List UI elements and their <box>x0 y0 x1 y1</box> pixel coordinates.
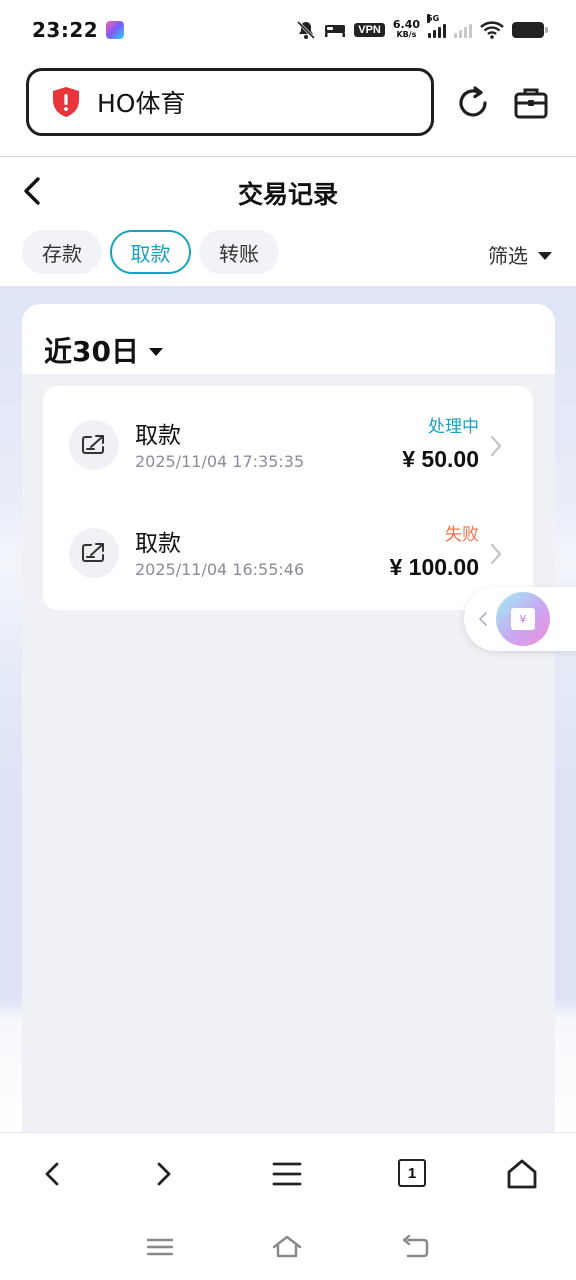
shield-warning-icon <box>53 87 79 117</box>
mute-bell-icon <box>297 20 316 40</box>
tab-withdraw[interactable]: 取款 <box>110 230 191 274</box>
filter-button[interactable]: 筛选 <box>488 240 552 269</box>
vpn-badge: VPN <box>354 23 385 37</box>
records-list: 取款 2025/11/04 17:35:35 处理中 ¥ 50.00 取款 20… <box>43 386 533 610</box>
status-bar: 23:22 VPN 6.40 KB/s 5G <box>0 0 576 60</box>
chevron-left-icon[interactable] <box>478 611 488 627</box>
battery-icon <box>512 22 548 38</box>
filter-label: 筛选 <box>488 244 528 268</box>
url-text: HO体育 <box>97 89 186 118</box>
app-notification-icon <box>106 21 125 39</box>
wallet-icon[interactable]: ¥ <box>496 592 550 646</box>
record-amount: ¥ 100.00 <box>389 554 479 580</box>
period-selector[interactable]: 近30日 <box>44 330 163 370</box>
network-speed: 6.40 KB/s <box>392 18 420 40</box>
period-label: 近30日 <box>44 335 139 368</box>
record-time: 2025/11/04 17:35:35 <box>135 452 305 471</box>
tab-transfer[interactable]: 转账 <box>199 230 279 274</box>
browser-address-bar: HO体育 <box>0 60 576 156</box>
chevron-right-icon <box>490 435 502 457</box>
floating-wallet-widget[interactable]: ¥ <box>464 587 576 651</box>
browser-back-icon[interactable] <box>36 1157 70 1191</box>
list-item[interactable]: 取款 2025/11/04 17:35:35 处理中 ¥ 50.00 <box>43 386 533 494</box>
status-icons: VPN 6.40 KB/s 5G <box>296 14 548 40</box>
page-title: 交易记录 <box>237 180 338 209</box>
caret-down-icon <box>538 252 552 260</box>
sleep-mode-icon <box>325 25 346 37</box>
network-speed-unit: KB/s <box>396 30 417 39</box>
wifi-icon <box>480 21 504 39</box>
list-item[interactable]: 取款 2025/11/04 16:55:46 失败 ¥ 100.00 <box>43 494 533 602</box>
tab-bar: 存款 取款 转账 筛选 <box>0 228 576 284</box>
page-header: 交易记录 <box>0 157 576 227</box>
recent-apps-icon[interactable] <box>145 1232 175 1262</box>
records-panel: 近30日 取款 2025/11/04 17:35:35 处理中 ¥ 50.00 <box>22 304 555 1132</box>
record-type: 取款 <box>135 423 181 449</box>
status-time: 23:22 <box>32 18 99 42</box>
home-icon[interactable] <box>505 1157 539 1191</box>
toolbox-icon[interactable] <box>512 84 550 122</box>
signal-strength-icon: 5G <box>427 14 446 38</box>
system-back-icon[interactable] <box>400 1232 430 1262</box>
record-amount: ¥ 50.00 <box>402 446 479 472</box>
wallet-symbol: ¥ <box>511 608 535 630</box>
record-time: 2025/11/04 16:55:46 <box>135 560 305 579</box>
reload-icon[interactable] <box>454 84 492 122</box>
records-panel-header: 近30日 <box>22 304 555 374</box>
withdraw-icon <box>69 528 119 578</box>
signal-strength-secondary-icon <box>454 22 472 38</box>
withdraw-icon <box>69 420 119 470</box>
system-navigation-bar <box>0 1216 576 1280</box>
record-type: 取款 <box>135 531 181 557</box>
menu-icon[interactable] <box>270 1157 304 1191</box>
network-speed-value: 6.40 <box>392 18 420 31</box>
tab-switcher-button[interactable]: 1 <box>398 1159 426 1187</box>
status-badge: 处理中 <box>428 417 479 437</box>
status-badge: 失败 <box>445 525 479 545</box>
chevron-right-icon <box>490 543 502 565</box>
caret-down-icon <box>148 348 163 356</box>
browser-forward-icon[interactable] <box>146 1157 180 1191</box>
system-home-icon[interactable] <box>272 1232 302 1262</box>
url-field[interactable]: HO体育 <box>26 68 434 136</box>
browser-toolbar: 1 <box>0 1132 576 1216</box>
tab-deposit[interactable]: 存款 <box>22 230 102 274</box>
network-type: 5G <box>427 14 440 23</box>
